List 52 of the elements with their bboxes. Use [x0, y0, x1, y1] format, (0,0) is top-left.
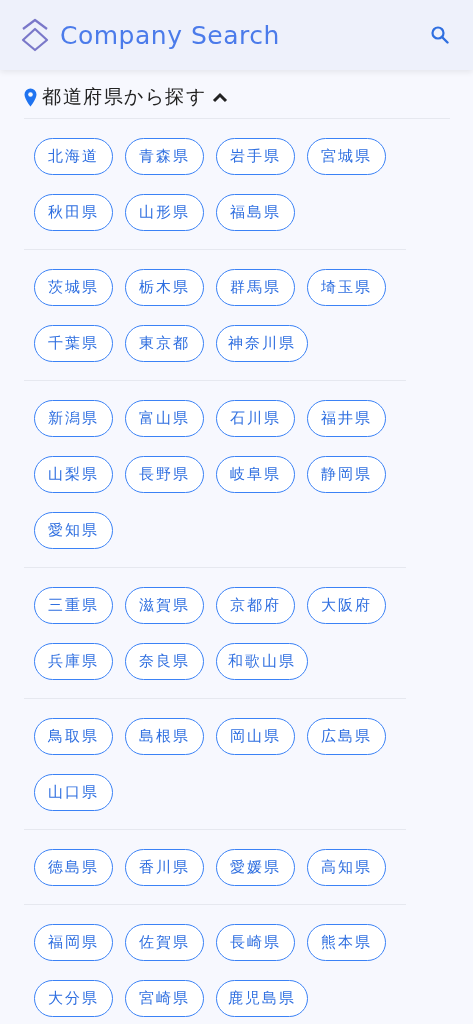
prefecture-chip[interactable]: 秋田県 [34, 194, 113, 231]
search-icon[interactable] [431, 26, 449, 44]
prefecture-chip[interactable]: 香川県 [125, 849, 204, 886]
prefecture-chip[interactable]: 奈良県 [125, 643, 204, 680]
prefecture-chip[interactable]: 栃木県 [125, 269, 204, 306]
prefecture-chip[interactable]: 長崎県 [216, 924, 295, 961]
location-pin-icon [24, 87, 37, 107]
prefecture-chip[interactable]: 鹿児島県 [216, 980, 308, 1017]
prefecture-chip[interactable]: 東京都 [125, 325, 204, 362]
prefecture-chip[interactable]: 長野県 [125, 456, 204, 493]
prefecture-chip[interactable]: 滋賀県 [125, 587, 204, 624]
prefecture-chip[interactable]: 広島県 [307, 718, 386, 755]
prefecture-chip[interactable]: 富山県 [125, 400, 204, 437]
prefecture-chip[interactable]: 神奈川県 [216, 325, 308, 362]
prefecture-chip[interactable]: 北海道 [34, 138, 113, 175]
section-title: 都道府県から探す [42, 84, 206, 109]
prefecture-chip[interactable]: 和歌山県 [216, 643, 308, 680]
prefecture-chip[interactable]: 石川県 [216, 400, 295, 437]
prefecture-chip[interactable]: 岩手県 [216, 138, 295, 175]
prefecture-chip[interactable]: 岐阜県 [216, 456, 295, 493]
prefecture-chip[interactable]: 佐賀県 [125, 924, 204, 961]
prefecture-chip[interactable]: 福島県 [216, 194, 295, 231]
prefecture-chip[interactable]: 福岡県 [34, 924, 113, 961]
prefecture-chip[interactable]: 島根県 [125, 718, 204, 755]
prefecture-chip[interactable]: 青森県 [125, 138, 204, 175]
prefecture-chip[interactable]: 鳥取県 [34, 718, 113, 755]
chevron-up-icon[interactable] [212, 91, 228, 103]
prefecture-chip[interactable]: 三重県 [34, 587, 113, 624]
prefecture-chip[interactable]: 群馬県 [216, 269, 295, 306]
prefecture-chip[interactable]: 山梨県 [34, 456, 113, 493]
prefecture-chip[interactable]: 愛媛県 [216, 849, 295, 886]
app-title: Company Search [60, 20, 281, 50]
prefecture-chip[interactable]: 新潟県 [34, 400, 113, 437]
prefecture-chip[interactable]: 宮城県 [307, 138, 386, 175]
prefecture-chip[interactable]: 京都府 [216, 587, 295, 624]
prefecture-chip[interactable]: 山口県 [34, 774, 113, 811]
prefecture-chip[interactable]: 茨城県 [34, 269, 113, 306]
prefecture-chip[interactable]: 千葉県 [34, 325, 113, 362]
prefecture-chip[interactable]: 大阪府 [307, 587, 386, 624]
prefecture-chip[interactable]: 愛知県 [34, 512, 113, 549]
prefecture-chip[interactable]: 静岡県 [307, 456, 386, 493]
prefecture-chip[interactable]: 山形県 [125, 194, 204, 231]
prefecture-chip[interactable]: 熊本県 [307, 924, 386, 961]
prefecture-chip[interactable]: 徳島県 [34, 849, 113, 886]
prefecture-chip[interactable]: 岡山県 [216, 718, 295, 755]
prefecture-chip[interactable]: 宮崎県 [125, 980, 204, 1017]
prefecture-chip[interactable]: 福井県 [307, 400, 386, 437]
prefecture-chip[interactable]: 高知県 [307, 849, 386, 886]
prefecture-chip[interactable]: 兵庫県 [34, 643, 113, 680]
prefecture-chip[interactable]: 大分県 [34, 980, 113, 1017]
logo-icon [20, 18, 50, 52]
prefecture-chip[interactable]: 埼玉県 [307, 269, 386, 306]
